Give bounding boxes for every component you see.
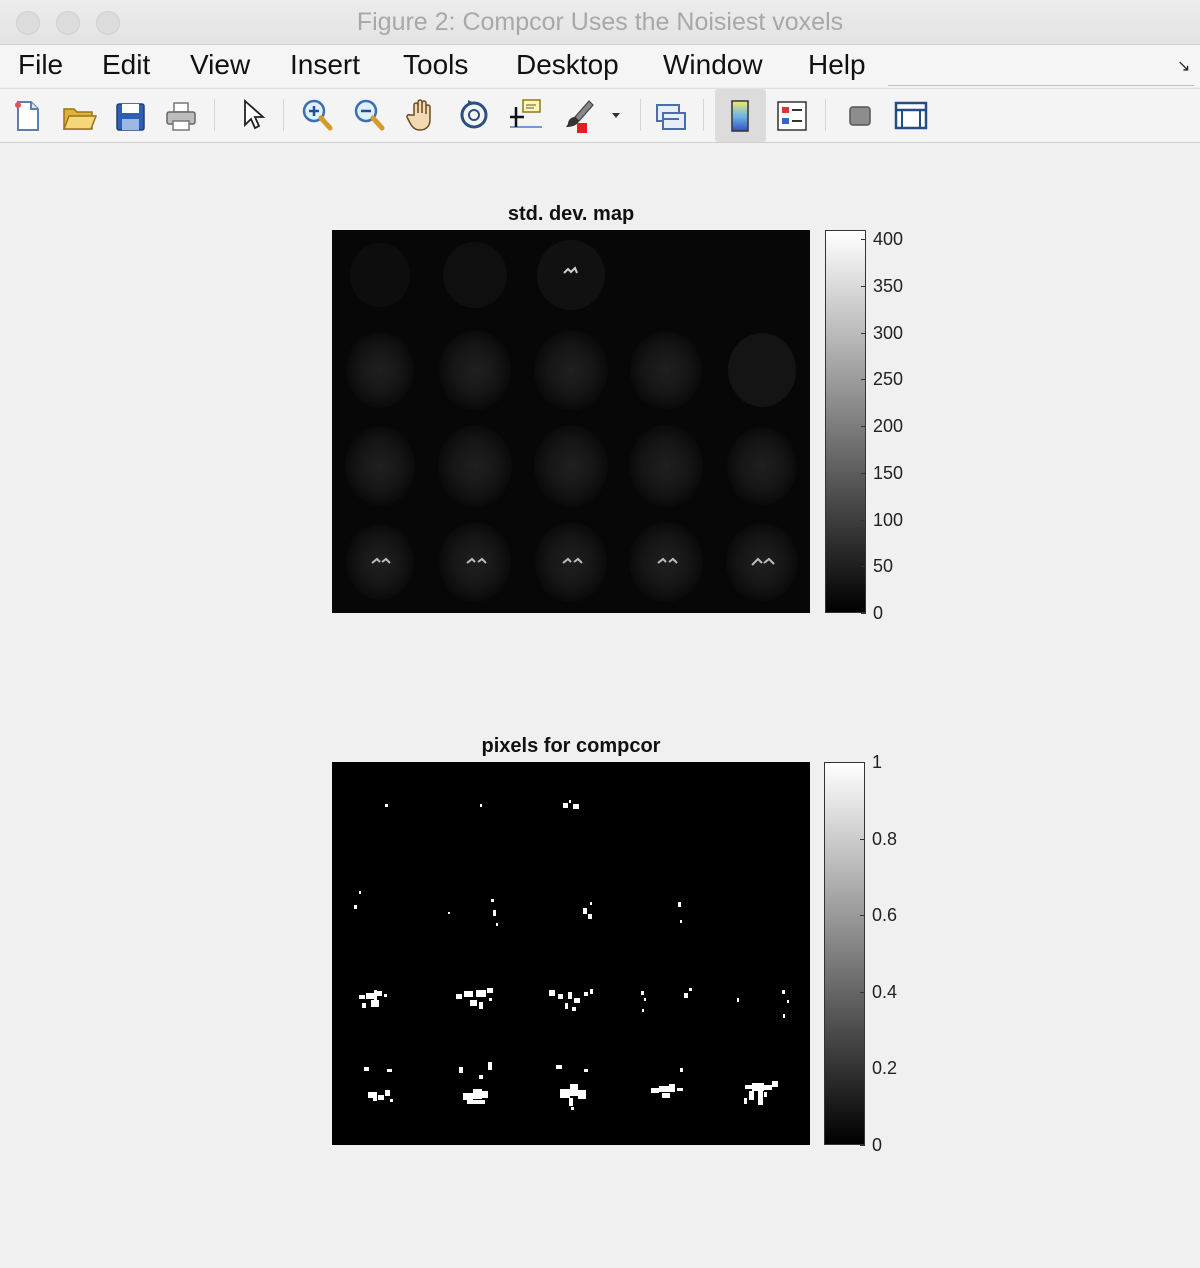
show-plot-tools-icon[interactable] bbox=[891, 93, 931, 137]
menu-help[interactable]: Help bbox=[808, 49, 866, 81]
brush-icon[interactable] bbox=[559, 93, 599, 137]
print-icon[interactable] bbox=[161, 93, 201, 137]
colorbar-tick-mark bbox=[861, 473, 866, 474]
data-cursor-icon[interactable] bbox=[506, 93, 546, 137]
menu-bar: File Edit View Insert Tools Desktop Wind… bbox=[0, 45, 1200, 87]
colorbar-tick-mark bbox=[860, 992, 865, 993]
window-titlebar: Figure 2: Compcor Uses the Noisiest voxe… bbox=[0, 0, 1200, 45]
colorbar-tick-mark bbox=[861, 566, 866, 567]
colorbar-tick-label: 0.8 bbox=[872, 829, 898, 849]
colorbar-tick-label: 400 bbox=[873, 229, 904, 249]
menu-view[interactable]: View bbox=[190, 49, 250, 81]
colorbar-icon[interactable] bbox=[715, 89, 766, 142]
colorbar-tick-mark bbox=[860, 915, 865, 916]
toolbar-separator bbox=[825, 99, 826, 131]
toolbar-separator bbox=[703, 99, 704, 131]
toolbar-separator bbox=[214, 99, 215, 131]
menu-edit[interactable]: Edit bbox=[102, 49, 150, 81]
plot-title-pixels-for-compcor: pixels for compcor bbox=[481, 735, 661, 757]
colorbar-tick-mark bbox=[860, 1145, 865, 1146]
std-dev-map-slices bbox=[345, 240, 798, 602]
colorbar-tick-label: 200 bbox=[873, 416, 904, 436]
colorbar-tick-label: 0.6 bbox=[872, 905, 898, 925]
colorbar-tick-mark bbox=[860, 839, 865, 840]
pointer-icon[interactable] bbox=[232, 93, 272, 137]
legend-icon[interactable] bbox=[772, 93, 812, 137]
menu-desktop[interactable]: Desktop bbox=[516, 49, 619, 81]
compcor-pixels-image[interactable] bbox=[332, 762, 810, 1145]
menu-tools[interactable]: Tools bbox=[403, 49, 468, 81]
new-figure-icon[interactable] bbox=[7, 93, 47, 137]
colorbar-tick-label: 1 bbox=[872, 752, 883, 772]
compcor-colorbar[interactable] bbox=[824, 762, 865, 1145]
colorbar-tick-label: 350 bbox=[873, 276, 904, 296]
open-file-icon[interactable] bbox=[58, 93, 98, 137]
colorbar-tick-mark bbox=[861, 379, 866, 380]
colorbar-tick-label: 0 bbox=[872, 1135, 883, 1155]
link-plot-icon[interactable] bbox=[651, 93, 691, 137]
colorbar-tick-mark bbox=[861, 333, 866, 334]
zoom-out-icon[interactable] bbox=[350, 93, 390, 137]
colorbar-tick-label: 100 bbox=[873, 510, 904, 530]
colorbar-tick-mark bbox=[861, 286, 866, 287]
hide-plot-tools-icon[interactable] bbox=[840, 93, 880, 137]
zoom-in-icon[interactable] bbox=[298, 93, 338, 137]
figure-toolbar bbox=[0, 88, 1200, 143]
colorbar-tick-mark bbox=[861, 426, 866, 427]
colorbar-tick-mark bbox=[861, 613, 866, 614]
colorbar-tick-mark bbox=[861, 520, 866, 521]
window-title: Figure 2: Compcor Uses the Noisiest voxe… bbox=[356, 8, 844, 36]
colorbar-tick-label: 50 bbox=[873, 556, 894, 576]
pan-hand-icon[interactable] bbox=[402, 93, 442, 137]
toolbar-separator bbox=[640, 99, 641, 131]
colorbar-tick-mark bbox=[861, 239, 866, 240]
menu-window[interactable]: Window bbox=[663, 49, 763, 81]
colorbar-tick-label: 250 bbox=[873, 369, 904, 389]
dock-figure-icon[interactable]: ↘ bbox=[1177, 56, 1190, 76]
plot-title-std-dev-map: std. dev. map bbox=[507, 203, 635, 225]
colorbar-tick-label: 150 bbox=[873, 463, 904, 483]
colorbar-tick-label: 0.4 bbox=[872, 982, 898, 1002]
compcor-pixel-slices bbox=[354, 800, 789, 1110]
brush-dropdown-chevron-icon[interactable] bbox=[604, 93, 628, 137]
colorbar-tick-label: 0 bbox=[873, 603, 884, 623]
std-dev-map-image[interactable] bbox=[332, 230, 810, 613]
save-icon[interactable] bbox=[110, 93, 150, 137]
toolbar-separator bbox=[283, 99, 284, 131]
colorbar-tick-mark bbox=[860, 762, 865, 763]
menu-insert[interactable]: Insert bbox=[290, 49, 360, 81]
menu-divider bbox=[888, 85, 1194, 86]
menu-file[interactable]: File bbox=[18, 49, 63, 81]
colorbar-tick-label: 300 bbox=[873, 323, 904, 343]
colorbar-tick-mark bbox=[860, 1068, 865, 1069]
rotate-3d-icon[interactable] bbox=[454, 93, 494, 137]
colorbar-tick-label: 0.2 bbox=[872, 1058, 898, 1078]
std-dev-colorbar[interactable] bbox=[825, 230, 866, 613]
